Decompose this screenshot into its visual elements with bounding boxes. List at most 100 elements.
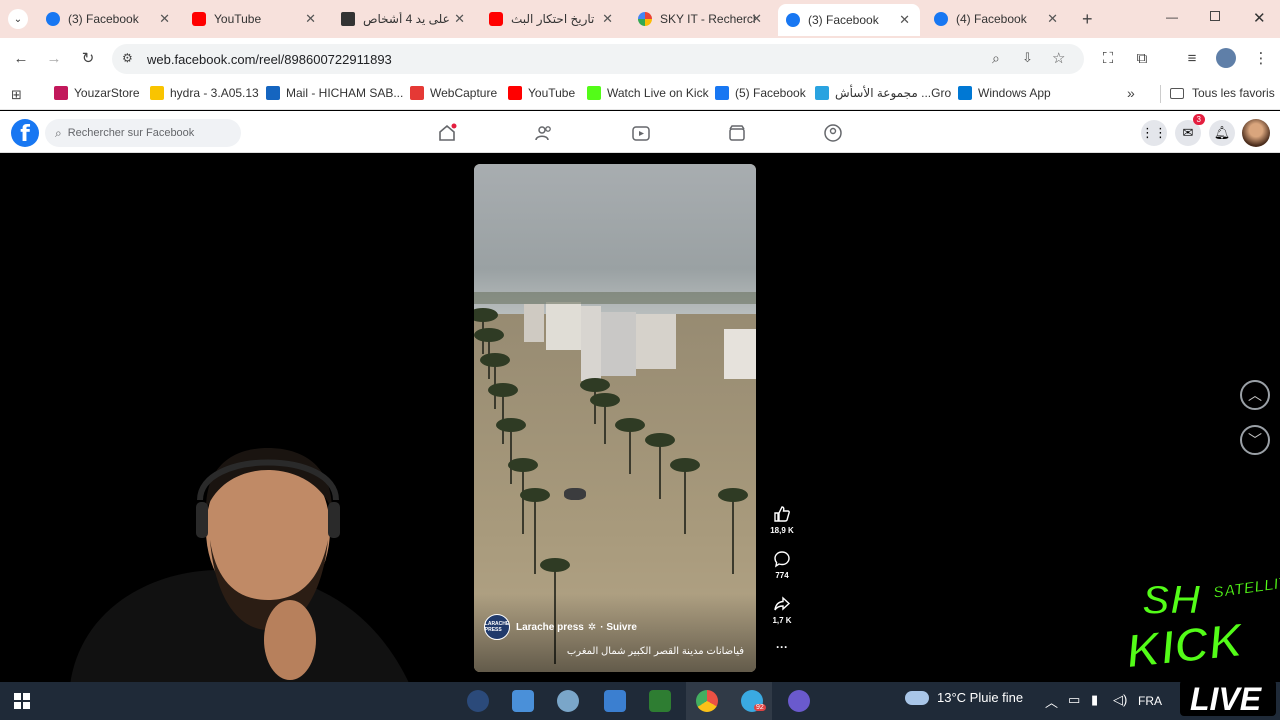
comment-button[interactable]: 774	[768, 550, 796, 580]
close-tab-icon[interactable]: ✕	[159, 11, 170, 27]
verified-icon: ✲	[587, 621, 597, 633]
extensions-icon[interactable]: ⧉	[1131, 47, 1153, 69]
video-palm-fronds	[488, 383, 518, 397]
video-icon[interactable]	[631, 123, 651, 143]
bookmark-item[interactable]: (5) Facebook	[715, 86, 806, 100]
forward-icon[interactable]: →	[43, 47, 65, 69]
site-info-icon[interactable]: ⚙	[122, 51, 133, 65]
video-palm-tree	[510, 424, 512, 484]
messenger-icon[interactable]: ✉ 3	[1175, 114, 1205, 146]
windows-start-icon[interactable]	[14, 693, 30, 709]
zoom-icon[interactable]: ⌕	[992, 50, 1000, 67]
bookmark-item[interactable]: YouzarStore	[54, 86, 140, 100]
bookmark-item[interactable]: hydra - 3.A05.13	[150, 86, 259, 100]
tab-title: SKY IT - Recherche	[660, 12, 756, 26]
tab-title: (3) Facebook	[68, 12, 139, 26]
next-reel-button[interactable]: ﹀	[1240, 425, 1270, 455]
previous-reel-button[interactable]: ︿	[1240, 380, 1270, 410]
install-app-icon[interactable]: ⇩	[1022, 50, 1033, 66]
cloud-rain-icon	[905, 690, 929, 705]
app-icon[interactable]	[788, 690, 810, 712]
more-options-button[interactable]: ···	[768, 640, 796, 654]
marketplace-icon[interactable]	[727, 123, 747, 143]
close-tab-icon[interactable]: ✕	[305, 11, 316, 27]
tab[interactable]: (3) Facebook ✕	[778, 4, 920, 36]
weather-widget[interactable]: 13°C Pluie fine	[905, 690, 1023, 705]
follow-button[interactable]: · Suivre	[600, 622, 637, 633]
video-palm-tree	[732, 494, 734, 574]
close-tab-icon[interactable]: ✕	[899, 12, 910, 28]
bookmark-item[interactable]: Watch Live on Kick	[587, 86, 709, 100]
tab[interactable]: YouTube ✕	[184, 6, 326, 32]
menu-icon[interactable]: ⋮	[1250, 47, 1272, 69]
media-control-icon[interactable]: ≡	[1181, 47, 1203, 69]
screenshot-icon[interactable]: ⛶	[1097, 47, 1119, 69]
address-bar[interactable]: ⚙ web.facebook.com/reel/898600722911893 …	[112, 44, 1084, 74]
facebook-logo-icon[interactable]: f	[11, 119, 39, 147]
groups-icon[interactable]	[823, 123, 843, 143]
kick-text: KICK	[1124, 614, 1250, 679]
notifications-bell-icon[interactable]: 🔔︎	[1209, 120, 1235, 146]
network-icon[interactable]: ▭	[1068, 692, 1080, 708]
reel-video[interactable]: LARACHE PRESS Larache press ✲ · Suivre ف…	[474, 164, 756, 672]
friends-icon[interactable]	[534, 123, 554, 143]
app-icon[interactable]	[512, 690, 534, 712]
tab[interactable]: على يد 4 أشخاص ✕	[333, 6, 475, 32]
close-tab-icon[interactable]: ✕	[454, 11, 465, 27]
reload-icon[interactable]: ↻	[77, 47, 99, 69]
bookmark-item[interactable]: YouTube	[508, 86, 575, 100]
menu-grid-icon[interactable]: ⋮⋮	[1141, 120, 1167, 146]
restore-button[interactable]	[1210, 11, 1220, 21]
author-avatar[interactable]: LARACHE PRESS	[484, 614, 510, 640]
facebook-header: f ⌕ Rechercher sur Facebook ⋮⋮ ✉ 3 🔔︎	[0, 111, 1280, 153]
satellite-text: SATELLITE	[1212, 573, 1280, 602]
video-palm-fronds	[645, 433, 675, 447]
bookmark-item[interactable]: WebCapture	[410, 86, 497, 100]
more-bookmarks-button[interactable]: »	[1127, 85, 1135, 101]
bookmark-item[interactable]: Mail - HICHAM SAB...	[266, 86, 403, 100]
calculator-icon[interactable]	[604, 690, 626, 712]
back-icon[interactable]: ←	[10, 47, 32, 69]
profile-avatar[interactable]	[1216, 48, 1236, 68]
microphone-icon[interactable]: ▮	[1091, 692, 1098, 708]
close-tab-icon[interactable]: ✕	[751, 11, 762, 27]
video-building	[724, 329, 756, 379]
like-button[interactable]: 18,9 K	[768, 505, 796, 535]
comment-count: 774	[775, 571, 789, 580]
app-icon[interactable]	[467, 690, 489, 712]
tab-title: على يد 4 أشخاص	[363, 12, 450, 26]
close-window-button[interactable]: ✕	[1253, 9, 1266, 27]
webcam-overlay	[70, 448, 410, 685]
youtube-icon	[489, 12, 503, 26]
minimize-button[interactable]: —	[1166, 10, 1178, 24]
tab-search-button[interactable]: ⌄	[8, 9, 28, 29]
facebook-search-input[interactable]: ⌕ Rechercher sur Facebook	[45, 119, 241, 147]
comment-icon	[774, 551, 790, 568]
tab[interactable]: (3) Facebook ✕	[38, 6, 180, 32]
tray-chevron-icon[interactable]: ︿	[1045, 692, 1058, 711]
search-placeholder: Rechercher sur Facebook	[67, 127, 195, 139]
bookmark-item[interactable]: Windows App	[958, 86, 1051, 100]
windows-taskbar: 92 ︿ ▭ ▮ ◁) FRA	[0, 682, 1280, 720]
url-text: web.facebook.com/reel/898600722911893	[147, 52, 392, 67]
all-bookmarks-button[interactable]: Tous les favoris	[1170, 86, 1275, 100]
bookmark-item[interactable]: مجموعة الأسأش ...Gro	[815, 86, 951, 100]
reel-author[interactable]: LARACHE PRESS Larache press ✲ · Suivre	[484, 614, 637, 640]
tab[interactable]: تاريخ احتكار البث ✕	[481, 6, 623, 32]
close-tab-icon[interactable]: ✕	[602, 11, 613, 27]
bookmarks-divider	[1160, 85, 1161, 103]
author-name[interactable]: Larache press	[516, 622, 584, 633]
youtube-icon	[192, 12, 206, 26]
apps-grid-icon[interactable]: ⊞	[11, 87, 22, 103]
close-tab-icon[interactable]: ✕	[1047, 11, 1058, 27]
bookmark-star-icon[interactable]: ☆	[1052, 49, 1065, 67]
share-button[interactable]: 1,7 K	[768, 595, 796, 625]
user-avatar[interactable]	[1242, 119, 1270, 147]
tab[interactable]: SKY IT - Recherche ✕	[630, 6, 772, 32]
bookmark-favicon-icon	[266, 86, 280, 100]
home-icon[interactable]	[437, 123, 457, 143]
app-icon[interactable]	[557, 690, 579, 712]
tab[interactable]: (4) Facebook ✕	[926, 6, 1068, 32]
app-icon[interactable]	[649, 690, 671, 712]
new-tab-button[interactable]: +	[1082, 9, 1093, 30]
